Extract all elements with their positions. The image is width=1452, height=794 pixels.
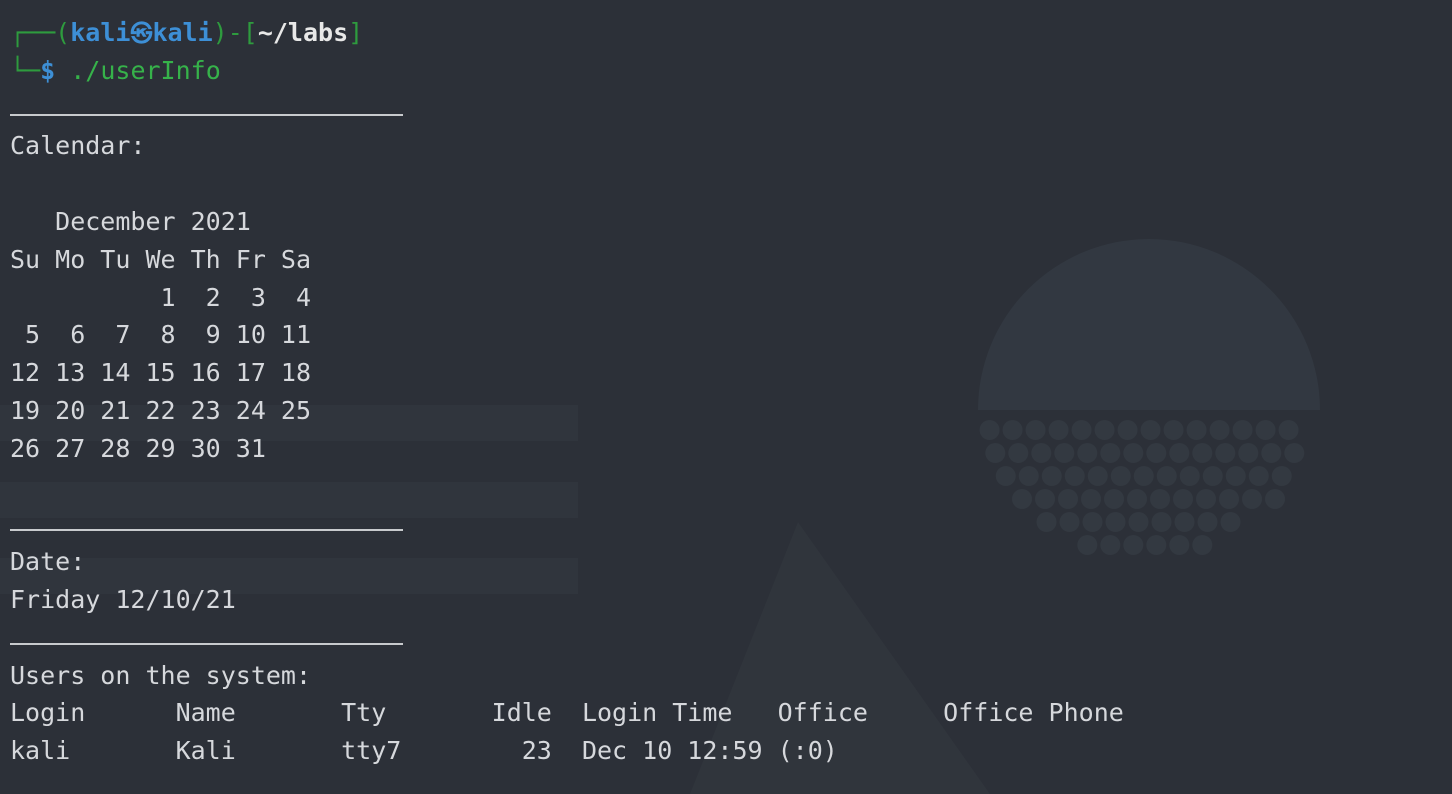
prompt-path: ~/labs — [257, 18, 349, 47]
users-header-row: Login Name Tty Idle Login Time Office Of… — [10, 698, 1124, 728]
prompt-user: kali — [70, 18, 131, 47]
prompt-line-2[interactable]: └─$ ./userInfo — [10, 52, 1124, 90]
terminal-window[interactable]: ┌──(kali㉿kali)-[~/labs] └─$ ./userInfo C… — [0, 0, 1452, 794]
terminal-output: ┌──(kali㉿kali)-[~/labs] └─$ ./userInfo C… — [10, 14, 1124, 770]
calendar-week-row: 1 2 3 4 — [10, 282, 312, 312]
separator-1 — [10, 90, 1124, 128]
month-title: December 2021 — [55, 206, 251, 236]
users-heading: Users on the system: — [10, 660, 312, 690]
prompt-line-1: ┌──(kali㉿kali)-[~/labs] — [10, 18, 364, 47]
separator-3 — [10, 619, 1124, 657]
date-heading: Date: — [10, 547, 86, 577]
users-row: kali Kali tty7 23 Dec 10 12:59 (:0) — [10, 736, 838, 766]
entered-command: ./userInfo — [70, 55, 221, 85]
prompt-at-icon: ㉿ — [130, 22, 153, 47]
separator-2 — [10, 505, 1124, 543]
calendar-week-row: 19 20 21 22 23 24 25 — [10, 395, 312, 425]
prompt-host: kali — [152, 18, 213, 47]
date-value: Friday 12/10/21 — [10, 584, 236, 614]
calendar-month-title: December 2021 — [10, 203, 1124, 241]
prompt-symbol: $ — [40, 55, 56, 85]
calendar-weekday-row: Su Mo Tu We Th Fr Sa — [10, 244, 312, 274]
calendar-heading: Calendar: — [10, 131, 146, 161]
calendar-week-row: 5 6 7 8 9 10 11 — [10, 320, 312, 350]
calendar-week-row: 26 27 28 29 30 31 — [10, 433, 266, 463]
calendar-week-row: 12 13 14 15 16 17 18 — [10, 358, 312, 388]
